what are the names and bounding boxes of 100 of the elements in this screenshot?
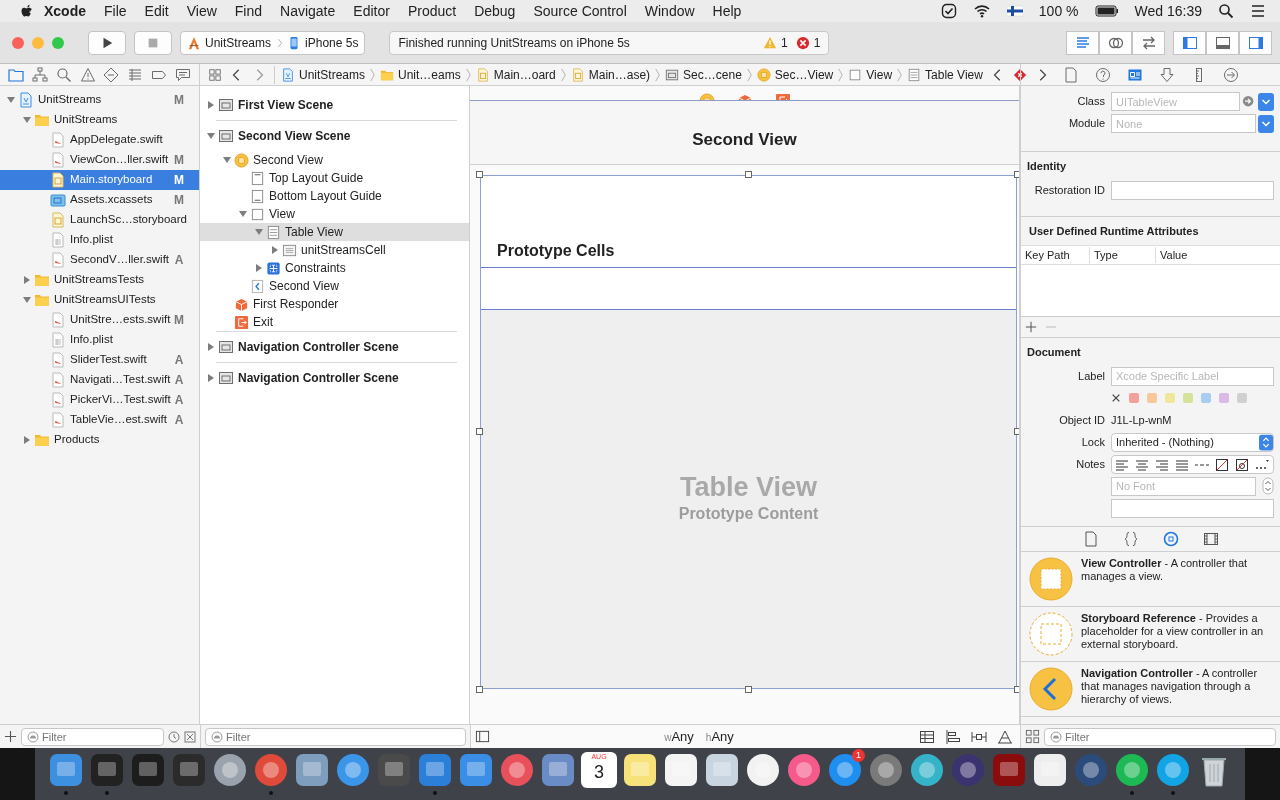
status-letter: M bbox=[173, 92, 185, 109]
section-title: Document bbox=[1027, 345, 1082, 360]
outline-row[interactable]: Top Layout Guide bbox=[200, 169, 469, 187]
breadcrumb[interactable]: Table View bbox=[907, 65, 983, 84]
menu-item[interactable]: File bbox=[95, 0, 136, 22]
filter-field[interactable]: Filter bbox=[1044, 727, 1276, 746]
menu-clock[interactable]: Wed 16:39 bbox=[1134, 0, 1202, 22]
status-letter: A bbox=[173, 392, 185, 409]
breadcrumb[interactable]: Sec…View bbox=[756, 65, 834, 84]
breadcrumb[interactable]: UnitStreams bbox=[281, 65, 366, 84]
app-menu[interactable]: Xcode bbox=[35, 0, 95, 22]
field-label: Notes bbox=[1075, 456, 1105, 472]
library-item-description[interactable]: View Controller - A controller that manages a view. bbox=[1081, 556, 1272, 583]
module-field[interactable]: None bbox=[1111, 114, 1256, 133]
section-header: Prototype Cells bbox=[497, 241, 615, 261]
file-row[interactable]: SecondV…ller.swift A bbox=[0, 250, 199, 270]
scene-row[interactable]: Second View Scene bbox=[200, 121, 469, 151]
section-title: Identity bbox=[1027, 159, 1068, 174]
placeholder-subtitle: Prototype Content bbox=[678, 504, 819, 524]
file-row[interactable]: Info.plist bbox=[0, 230, 199, 250]
outline-row[interactable]: View bbox=[200, 205, 469, 223]
file-row[interactable]: Products bbox=[0, 430, 199, 450]
breadcrumb[interactable]: View bbox=[848, 65, 893, 84]
field-label: Class bbox=[1076, 94, 1105, 110]
column-header[interactable]: Key Path bbox=[1021, 246, 1089, 264]
menu-item[interactable]: Editor bbox=[344, 0, 399, 22]
outline-row[interactable]: unitStreamsCell bbox=[200, 241, 469, 259]
filter-field[interactable]: Filter bbox=[205, 727, 466, 746]
column-header[interactable]: Type bbox=[1089, 246, 1155, 264]
menu-item[interactable]: Product bbox=[398, 0, 466, 22]
size-class[interactable]: wAny bbox=[664, 726, 694, 747]
file-row[interactable]: SliderTest.swift A bbox=[0, 350, 199, 370]
menu-item[interactable]: Window bbox=[635, 0, 704, 22]
label-field[interactable]: Xcode Specific Label bbox=[1111, 366, 1274, 386]
outline-row[interactable]: Exit bbox=[200, 313, 469, 331]
scheme-selector[interactable]: UnitStreams iPhone 5s bbox=[180, 30, 366, 55]
file-row[interactable]: Assets.xcassets M bbox=[0, 190, 199, 210]
menu-item[interactable]: Navigate bbox=[271, 0, 345, 22]
menu-item[interactable]: Help bbox=[703, 0, 751, 22]
menu-item[interactable]: Debug bbox=[465, 0, 525, 22]
error-count[interactable]: 1 bbox=[813, 33, 821, 52]
scene-row[interactable]: Navigation Controller Scene bbox=[200, 332, 469, 362]
breadcrumb[interactable]: Unit…eams bbox=[380, 65, 461, 84]
file-row[interactable]: ViewCon…ller.swift M bbox=[0, 150, 199, 170]
outline-row[interactable]: Bottom Layout Guide bbox=[200, 187, 469, 205]
outline-row[interactable]: Second View bbox=[200, 151, 469, 169]
menu-item[interactable]: View bbox=[177, 0, 226, 22]
status-letter: M bbox=[173, 152, 185, 169]
file-row[interactable]: LaunchSc…storyboard bbox=[0, 210, 199, 230]
menu-item[interactable]: Edit bbox=[135, 0, 178, 22]
file-row[interactable]: UnitStre…ests.swift M bbox=[0, 310, 199, 330]
file-row[interactable]: AppDelegate.swift bbox=[0, 130, 199, 150]
scene-row[interactable]: Navigation Controller Scene bbox=[200, 363, 469, 393]
field-label: Lock bbox=[1080, 434, 1105, 450]
status-letter: A bbox=[173, 352, 185, 369]
status-message: Finished running UnitStreams on iPhone 5s bbox=[398, 34, 631, 52]
status-letter: A bbox=[173, 252, 185, 269]
class-field[interactable]: UITableView bbox=[1111, 92, 1240, 111]
field-label: Restoration ID bbox=[1033, 182, 1105, 198]
object-id: J1L-Lp-wnM bbox=[1111, 412, 1172, 428]
field-label: Object ID bbox=[1058, 412, 1105, 428]
outline-row[interactable]: Second View bbox=[200, 277, 469, 295]
status-letter: M bbox=[173, 172, 185, 189]
file-row[interactable]: PickerVi…Test.swift A bbox=[0, 390, 199, 410]
file-row[interactable]: UnitStreams bbox=[0, 110, 199, 130]
breadcrumb[interactable]: Sec…cene bbox=[665, 65, 742, 84]
nav-title: Second View bbox=[692, 128, 797, 151]
menu-item[interactable]: Find bbox=[225, 0, 272, 22]
status-letter: A bbox=[173, 412, 185, 429]
status-letter: A bbox=[173, 372, 185, 389]
warning-count[interactable]: 1 bbox=[781, 33, 788, 52]
file-row[interactable]: Main.storyboard M bbox=[0, 170, 199, 190]
field-label: Module bbox=[1067, 116, 1105, 132]
column-header[interactable]: Value bbox=[1155, 246, 1275, 264]
file-row[interactable]: Info.plist bbox=[0, 330, 199, 350]
menu-item[interactable]: Source Control bbox=[524, 0, 636, 22]
outline-row[interactable]: Constraints bbox=[200, 259, 469, 277]
status-letter: M bbox=[173, 312, 185, 329]
file-row[interactable]: UnitStreams M bbox=[0, 90, 199, 110]
status-letter: M bbox=[173, 192, 185, 209]
scheme-name: UnitStreams bbox=[205, 34, 272, 52]
file-row[interactable]: Navigati…Test.swift A bbox=[0, 370, 199, 390]
field-label: Label bbox=[1077, 368, 1105, 384]
library-item-description[interactable]: Storyboard Reference - Provides a placeholder for a view controller in an external storyboard. bbox=[1081, 611, 1272, 651]
breadcrumb[interactable]: Main…ase) bbox=[570, 65, 651, 84]
size-class[interactable]: hAny bbox=[705, 726, 734, 747]
file-row[interactable]: UnitStreamsTests bbox=[0, 270, 199, 290]
file-row[interactable]: TableVie…est.swift A bbox=[0, 410, 199, 430]
outline-row[interactable]: Table View bbox=[200, 223, 469, 241]
placeholder-title: Table View bbox=[679, 472, 818, 502]
scene-row[interactable]: First View Scene bbox=[200, 90, 469, 120]
font-field[interactable]: No Font bbox=[1111, 476, 1256, 496]
library-item-description[interactable]: Navigation Controller - A controller that manages navigation through a hierarchy of views. bbox=[1081, 666, 1272, 706]
breadcrumb[interactable]: Main…oard bbox=[475, 65, 556, 84]
file-row[interactable]: UnitStreamsUITests bbox=[0, 290, 199, 310]
calendar-day: 3 bbox=[594, 762, 604, 782]
battery-percentage[interactable]: 100 % bbox=[1038, 0, 1079, 22]
lock-popup[interactable]: Inherited - (Nothing) bbox=[1111, 432, 1274, 452]
outline-row[interactable]: First Responder bbox=[200, 295, 469, 313]
filter-field[interactable]: Filter bbox=[21, 727, 164, 746]
